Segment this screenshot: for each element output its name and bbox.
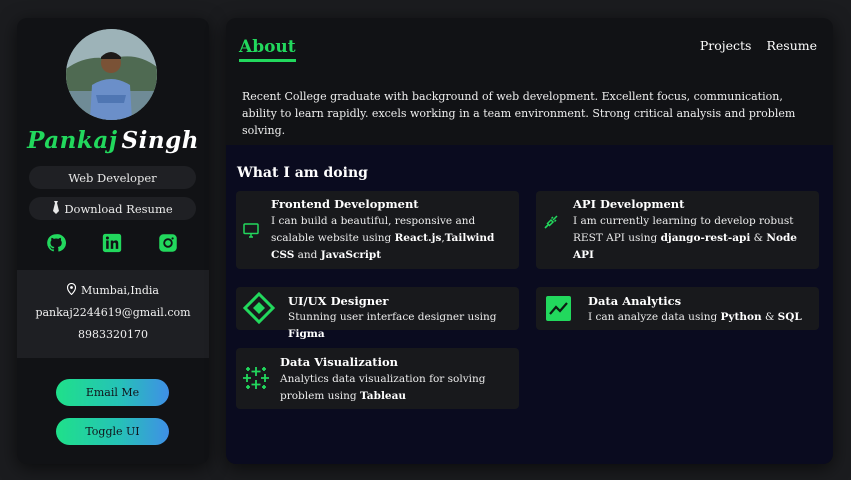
card-title: Frontend Development [271,197,419,211]
nav-resume[interactable]: Resume [766,38,817,53]
email-text[interactable]: pankaj2244619@gmail.com [35,306,190,319]
service-card-analytics: Data Analytics I can analyze data using … [536,287,819,330]
tableau-icon [242,364,270,392]
avatar [66,29,157,120]
phone-text[interactable]: 8983320170 [78,328,148,341]
card-title: UI/UX Designer [288,294,389,308]
first-name: Pankaj [27,127,118,154]
section-title: What I am doing [237,165,368,181]
email-row: pankaj2244619@gmail.com [17,306,209,319]
linkedin-icon[interactable] [101,232,123,254]
location-row: Mumbai,India [17,282,209,298]
github-icon[interactable] [45,232,67,254]
card-description: Analytics data visualization for solving… [280,373,486,402]
profile-name: Pankaj Singh [17,127,209,154]
toggle-ui-button[interactable]: Toggle UI [56,418,169,445]
main-panel: About Projects Resume Recent College gra… [226,18,833,464]
card-description: Stunning user interface designer using F… [288,311,497,340]
card-description: I can build a beautiful, responsive and … [271,215,495,261]
instagram-icon[interactable] [157,232,179,254]
service-card-api: API Development I am currently learning … [536,191,819,269]
role-badge: Web Developer [29,166,196,189]
monitor-icon [242,221,260,239]
nav-projects[interactable]: Projects [700,38,752,53]
card-description: I can analyze data using Python & SQL [588,311,802,323]
card-title: API Development [573,197,685,211]
about-text: Recent College graduate with background … [242,90,796,137]
social-links [17,232,209,256]
trend-icon [546,296,571,321]
role-label: Web Developer [68,170,157,185]
diamond-icon [243,292,275,324]
service-card-frontend: Frontend Development I can build a beaut… [236,191,519,269]
download-resume-label: Download Resume [64,201,173,216]
card-description: I am currently learning to develop robus… [573,215,797,261]
phone-row: 8983320170 [17,328,209,341]
about-heading[interactable]: About [239,37,296,62]
email-me-button[interactable]: Email Me [56,379,169,406]
sidebar: Pankaj Singh Web Developer Download Resum… [17,18,209,464]
top-nav: Projects Resume [700,38,817,53]
last-name: Singh [121,127,199,154]
service-card-uiux: UI/UX Designer Stunning user interface d… [236,287,519,340]
card-title: Data Analytics [588,294,682,308]
download-resume-button[interactable]: Download Resume [29,197,196,220]
service-card-visualization: Data Visualization Analytics data visual… [236,348,519,409]
location-pin-icon [66,282,77,298]
card-title: Data Visualization [280,355,398,369]
contact-info: Mumbai,India pankaj2244619@gmail.com 898… [17,270,209,358]
location-text: Mumbai,India [81,284,159,297]
tie-icon [52,200,60,217]
what-i-am-doing-section: What I am doing Frontend Development I c… [226,145,833,464]
plug-icon [542,213,560,231]
